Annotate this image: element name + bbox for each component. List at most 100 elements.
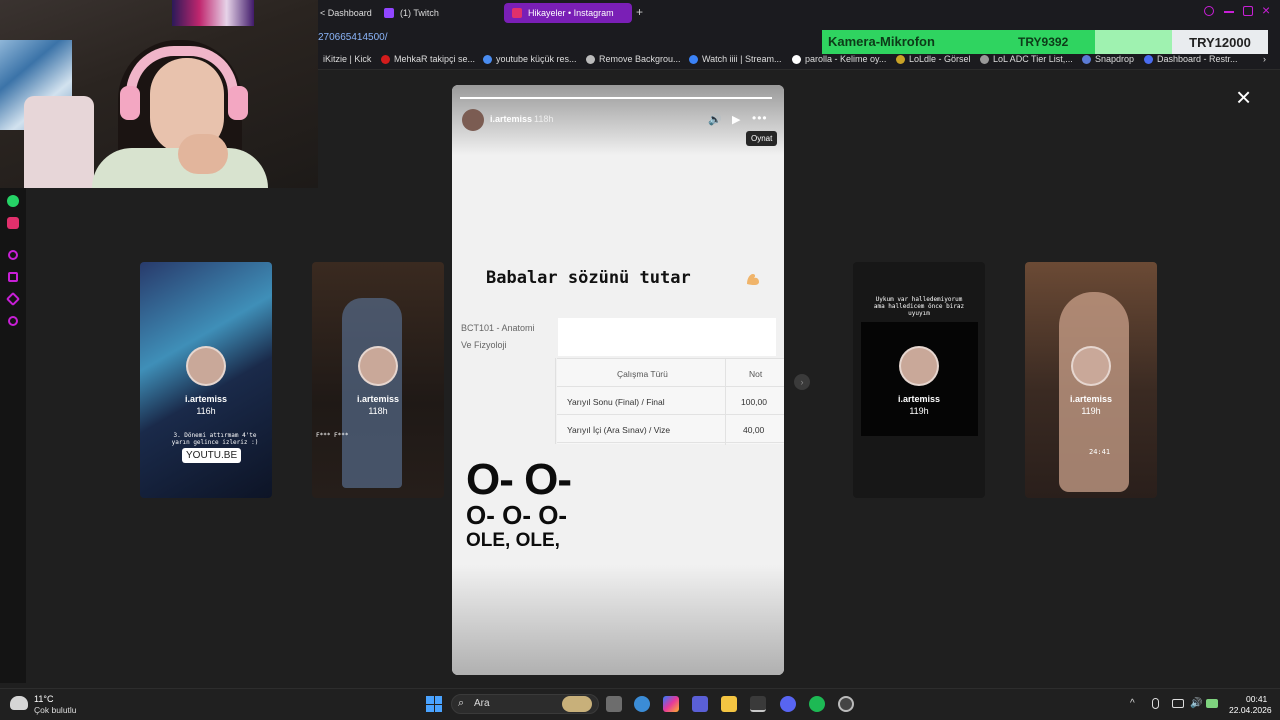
card-time: 116h [196,406,216,416]
card-avatar [186,346,226,386]
story-time: 118h [534,114,554,124]
copilot-icon[interactable] [663,696,679,712]
card-avatar [1071,346,1111,386]
card-caption: 3. Dönemi attırmam 4'te yarın gelince iz… [171,432,259,446]
discord-icon[interactable] [780,696,796,712]
table-row: Yarıyıl Sonu (Final) / Final 100,00 [557,387,784,415]
tab-label: Hikayeler • Instagram [528,8,614,18]
spotify-icon[interactable] [809,696,825,712]
microphone-icon[interactable] [1152,698,1159,709]
headphone-ear-left [120,86,140,120]
app-icon[interactable] [838,696,854,712]
bookmark-loldle[interactable]: LoLdle - Görsel [896,54,971,64]
side-app-strip [0,188,26,683]
whatsapp-icon[interactable] [7,195,19,207]
tray-overflow-icon[interactable]: ^ [1130,698,1135,709]
search-placeholder: Ara [474,698,490,709]
card-caption: 24:41 [1089,448,1111,456]
story-card[interactable]: Uykum var halledemiyorum ama halledicem … [853,262,985,498]
tab-twitch[interactable]: (1) Twitch [376,3,447,23]
search-tabs-icon[interactable] [1204,6,1214,16]
card-link-sticker[interactable]: YOUTU.BE [182,448,242,463]
close-stories-icon[interactable]: × [1236,84,1251,110]
bookmark-label: youtube küçük res... [496,54,577,64]
task-view-icon[interactable] [606,696,622,712]
side-icon[interactable] [8,272,18,282]
donation-goal-widget: Kamera-Mikrofon TRY9392 TRY12000 [822,30,1268,54]
story-card[interactable]: i.artemiss 119h 24:41 [1025,262,1157,498]
search-icon: ⌕ [458,697,465,709]
bookmark-youtube[interactable]: youtube küçük res... [483,54,577,64]
clock-time[interactable]: 00:41 [1246,694,1267,704]
card-avatar [899,346,939,386]
cloud-icon[interactable] [10,696,28,710]
header-type: Çalışma Türü [617,369,668,379]
story-avatar[interactable] [462,109,484,131]
bookmark-icon [896,54,905,64]
course-line-1: BCT101 - Anatomi [461,323,535,333]
more-options-icon[interactable]: ••• [752,111,768,125]
url-text[interactable]: 270665414500/ [318,32,388,43]
speaker-icon[interactable]: 🔊 [1190,698,1202,709]
row-grade: 40,00 [743,425,765,435]
new-tab-button[interactable]: + [636,5,643,19]
card-username: i.artemiss [1069,394,1113,404]
story-big-text: O- O- [466,455,572,504]
teams-icon[interactable] [692,696,708,712]
bookmarks-overflow-icon[interactable]: › [1263,54,1266,64]
story-username[interactable]: i.artemiss [490,114,532,124]
row-type: Yarıyıl İçi (Ara Sınav) / Vize [567,425,671,435]
weather-temperature[interactable]: 11°C [34,694,53,704]
card-figure [342,298,402,488]
gaming-chair [24,96,94,188]
bookmark-icon [792,54,801,64]
settings-app-icon[interactable] [634,696,650,712]
card-time: 118h [368,406,388,416]
bookmark-mehkar[interactable]: MehkaR takipçi se... [381,54,475,64]
bookmark-label: Snapdrop [1095,54,1135,64]
table-divider [725,359,726,445]
file-explorer-icon[interactable] [721,696,737,712]
weather-description[interactable]: Çok bulutlu [34,705,77,715]
bookmark-watch[interactable]: Watch iiii | Stream... [689,54,782,64]
obs-icon[interactable] [750,696,766,712]
story-card[interactable]: i.artemiss 118h F*** F*** [312,262,444,498]
card-avatar [358,346,398,386]
bookmark-dashboard[interactable]: Dashboard - Restr... [1144,54,1238,64]
story-card[interactable]: i.artemiss 116h 3. Dönemi attırmam 4'te … [140,262,272,498]
maximize-icon[interactable] [1243,6,1253,16]
donation-progress-bar: Kamera-Mikrofon TRY9392 [822,30,1172,54]
bookmark-lol-adc[interactable]: LoL ADC Tier List,... [980,54,1073,64]
sound-icon[interactable]: 🔊 [708,113,722,126]
card-username: i.artemiss [184,394,228,404]
window-close-icon[interactable]: × [1262,2,1270,18]
minimize-icon[interactable] [1224,11,1234,13]
next-story-arrow[interactable]: › [794,374,810,390]
tab-label: < Dashboard [320,8,372,18]
story-headline: Babalar sözünü tutar [486,268,691,288]
bookmark-snapdrop[interactable]: Snapdrop [1082,54,1134,64]
webcam-overlay [0,0,318,188]
table-left-pane [452,358,556,444]
bookmark-kick[interactable]: iKitzie | Kick [323,54,371,64]
bookmark-parolla[interactable]: parolla - Kelime oy... [792,54,886,64]
bookmark-icon [1144,54,1153,64]
card-time: 119h [1081,406,1101,416]
bookmark-removebg[interactable]: Remove Backgrou... [586,54,681,64]
bookmark-icon [689,54,698,64]
donation-current: TRY9392 [1018,35,1069,49]
side-icon[interactable] [8,250,18,260]
instagram-icon[interactable] [7,217,19,229]
header-grade: Not [749,369,763,379]
grade-header-row: Çalışma Türü Not [557,359,784,387]
search-highlight-icon[interactable] [562,696,592,712]
network-icon[interactable] [1172,699,1184,708]
settings-icon[interactable] [8,316,18,326]
battery-icon[interactable] [1206,699,1218,708]
clock-date[interactable]: 22.04.2026 [1229,705,1272,715]
tab-instagram[interactable]: Hikayeler • Instagram [504,3,632,23]
tab-dashboard[interactable]: < Dashboard [312,3,380,23]
card-caption: Uykum var halledemiyorum ama halledicem … [873,296,965,317]
play-icon[interactable]: ▶ [732,113,740,126]
windows-start-icon[interactable] [426,696,442,712]
